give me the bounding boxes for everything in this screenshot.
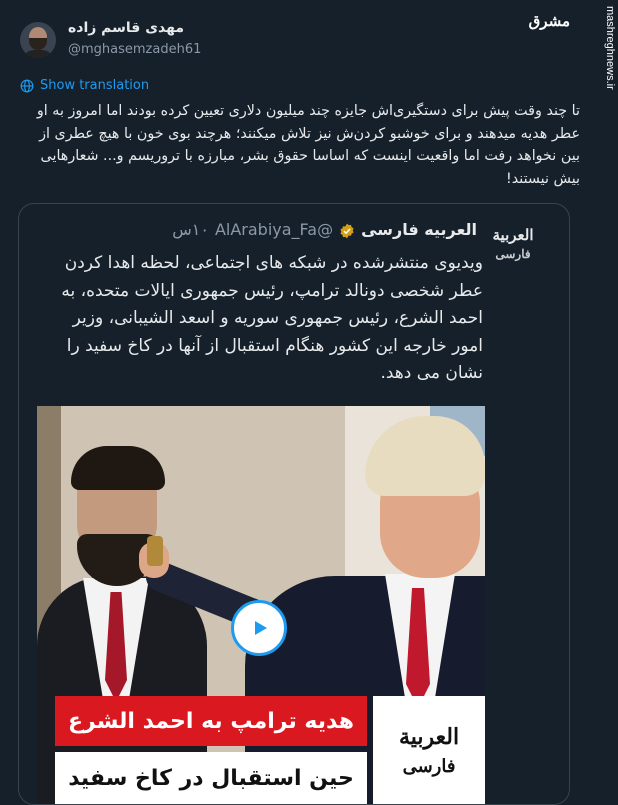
mashregh-url: mashreghnews.ir — [604, 6, 616, 90]
man-left-hair — [71, 446, 165, 490]
quoted-header: العربیه فارسی @AlArabiya_Fa ۱۰س — [172, 220, 477, 239]
show-translation-link[interactable]: Show translation — [20, 78, 149, 93]
quoted-timestamp[interactable]: ۱۰س — [172, 220, 209, 239]
quoted-author-handle[interactable]: @AlArabiya_Fa — [215, 220, 333, 239]
verified-badge-icon — [339, 220, 355, 239]
video-caption-line2: حین استقبال در کاخ سفید — [55, 752, 367, 804]
author-handle[interactable]: @mghasemzadeh61 — [68, 42, 201, 57]
video-logo-line1: العربية — [398, 724, 460, 750]
mashregh-logo: مشرق — [528, 12, 570, 30]
author-avatar[interactable] — [20, 22, 56, 58]
avatar-shirt — [22, 50, 54, 58]
quoted-text: ویدیوی منتشرشده در شبکه های اجتماعی، لحظ… — [61, 253, 483, 383]
alarabiya-logo-line2: فارسی — [495, 247, 531, 261]
video-logo-line2: فارسی — [402, 756, 456, 777]
video-channel-logo: العربية فارسی — [373, 696, 485, 804]
author-name[interactable]: مهدی قاسم زاده — [68, 20, 184, 36]
globe-icon — [20, 79, 34, 92]
tweet-text: تا چند وقت پیش برای دستگیری‌اش جایزه چند… — [36, 103, 580, 187]
perfume-bottle — [147, 536, 163, 566]
play-button[interactable] — [231, 600, 287, 656]
video-thumbnail[interactable]: هدیه ترامپ به احمد الشرع حین استقبال در … — [37, 406, 485, 804]
alarabiya-avatar-logo[interactable]: العربية فارسی — [483, 226, 543, 261]
avatar-beard — [29, 38, 47, 50]
video-caption-line1: هدیه ترامپ به احمد الشرع — [55, 696, 367, 746]
show-translation-label[interactable]: Show translation — [40, 78, 149, 93]
quoted-author-name[interactable]: العربیه فارسی — [361, 220, 477, 239]
quoted-tweet[interactable]: العربية فارسی العربیه فارسی @AlArabiya_F… — [18, 203, 570, 805]
play-icon — [255, 621, 267, 635]
alarabiya-logo-line1: العربية — [492, 226, 534, 244]
